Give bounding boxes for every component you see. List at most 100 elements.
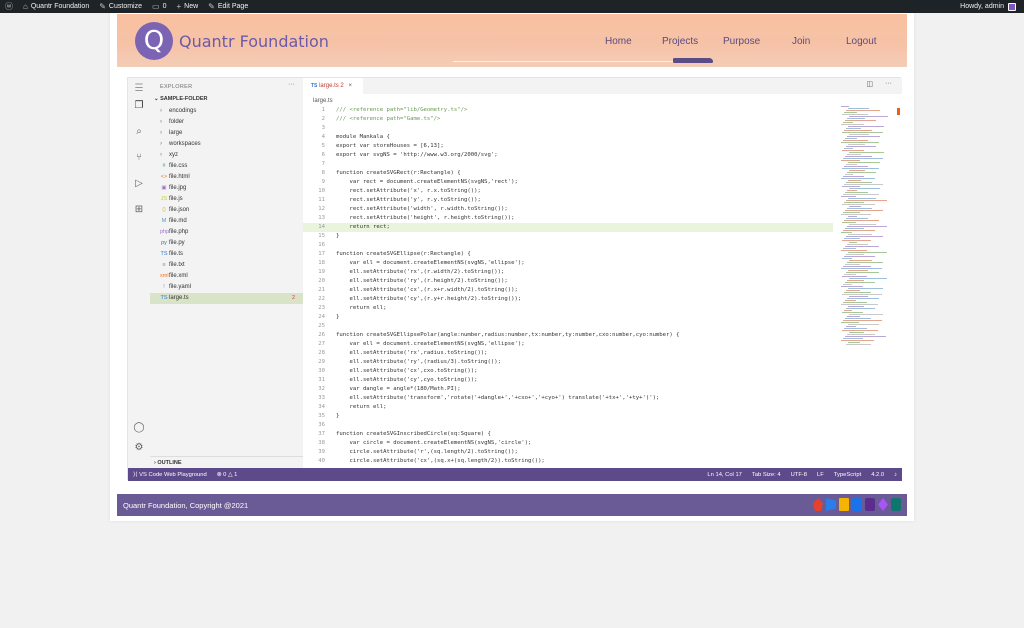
wp-comments-link[interactable]: ▭ 0 [147, 0, 171, 13]
app-icon[interactable] [891, 498, 901, 511]
scrollbar-marker[interactable] [897, 108, 900, 115]
code-line[interactable]: 11 rect.setAttribute('y', r.y.toString()… [303, 196, 833, 205]
tree-folder[interactable]: › encodings [150, 106, 303, 117]
tree-file[interactable]: php file.php [150, 227, 303, 238]
gitlab-icon[interactable] [813, 498, 823, 511]
code-line[interactable]: 16 [303, 241, 833, 250]
outline-section[interactable]: › OUTLINE [154, 460, 182, 466]
tree-file[interactable]: JS file.js [150, 194, 303, 205]
code-line[interactable]: 34 return ell; [303, 403, 833, 412]
bell-icon[interactable]: ♪ [889, 472, 902, 478]
tree-file[interactable]: {} file.json [150, 205, 303, 216]
tree-file[interactable]: <> file.html [150, 172, 303, 183]
gear-icon[interactable]: ⚙ [133, 442, 145, 454]
tab-large-ts[interactable]: TS large.ts 2 × [303, 78, 363, 94]
code-line[interactable]: 9 var rect = document.createElementNS(sv… [303, 178, 833, 187]
wp-new-link[interactable]: + New [171, 0, 203, 13]
code-line[interactable]: 8 function createSVGRect(r:Rectangle) { [303, 169, 833, 178]
logo-icon[interactable]: Q [135, 22, 173, 60]
remote-indicator[interactable]: ⟩⟨ VS Code Web Playground [128, 472, 212, 478]
code-line[interactable]: 17 function createSVGEllipse(r:Rectangle)… [303, 250, 833, 259]
tree-file[interactable]: TS file.ts [150, 249, 303, 260]
code-line[interactable]: 36 [303, 421, 833, 430]
wp-customize-link[interactable]: ✎ Customize [94, 0, 147, 13]
cursor-position[interactable]: Ln 14, Col 17 [702, 472, 746, 478]
code-line[interactable]: 31 ell.setAttribute('cy',cyo.toString())… [303, 376, 833, 385]
code-line[interactable]: 38 var circle = document.createElementNS… [303, 439, 833, 448]
tab-size[interactable]: Tab Size: 4 [747, 472, 786, 478]
close-icon[interactable]: × [348, 83, 352, 89]
explorer-more-button[interactable]: ··· [288, 81, 295, 88]
code-line[interactable]: 37 function createSVGInscribedCircle(sq:S… [303, 430, 833, 439]
code-line[interactable]: 30 ell.setAttribute('cx',cxo.toString())… [303, 367, 833, 376]
tree-file[interactable]: ▣ file.jpg [150, 183, 303, 194]
code-line[interactable]: 24} [303, 313, 833, 322]
code-line[interactable]: 6 export var svgNS = 'http://www.w3.org/2… [303, 151, 833, 160]
split-editor-icon[interactable]: ◫ [866, 80, 873, 88]
source-control-icon[interactable]: ⑂ [133, 152, 145, 164]
menu-icon[interactable]: ☰ [133, 83, 145, 95]
code-line[interactable]: 29 ell.setAttribute('ry',(radius/3).toSt… [303, 358, 833, 367]
nav-join[interactable]: Join [792, 36, 810, 47]
code-line[interactable]: 3 [303, 124, 833, 133]
code-line[interactable]: 13 rect.setAttribute('height', r.height.… [303, 214, 833, 223]
tree-file[interactable]: py file.py [150, 238, 303, 249]
code-line[interactable]: 7 [303, 160, 833, 169]
nav-logout[interactable]: Logout [846, 36, 877, 47]
nav-home[interactable]: Home [605, 36, 632, 47]
problems-indicator[interactable]: ⊗ 0 △ 1 [212, 472, 243, 478]
breadcrumb[interactable]: large.ts [313, 98, 333, 104]
run-debug-icon[interactable]: ▷ [133, 178, 145, 190]
code-line[interactable]: 21 ell.setAttribute('cx',(r.x+r.width/2)… [303, 286, 833, 295]
tree-file[interactable]: xml file.xml [150, 271, 303, 282]
code-line[interactable]: 39 circle.setAttribute('r',(sq.length/2)… [303, 448, 833, 457]
analytics-icon[interactable] [839, 498, 849, 511]
teams-icon[interactable] [865, 498, 875, 511]
nav-projects[interactable]: Projects [662, 36, 698, 47]
code-line[interactable]: 28 ell.setAttribute('rx',radius.toString… [303, 349, 833, 358]
tree-file[interactable]: ! file.yaml [150, 282, 303, 293]
wp-edit-page-link[interactable]: ✎ Edit Page [203, 0, 253, 13]
code-line[interactable]: 12 rect.setAttribute('width', r.width.to… [303, 205, 833, 214]
tree-folder[interactable]: › xyz [150, 150, 303, 161]
more-actions-icon[interactable]: ··· [885, 80, 892, 88]
account-icon[interactable]: ◯ [133, 422, 145, 434]
code-line[interactable]: 26 function createSVGEllipsePolar(angle:n… [303, 331, 833, 340]
code-line[interactable]: 23 return ell; [303, 304, 833, 313]
code-line[interactable]: 20 ell.setAttribute('ry',(r.height/2).to… [303, 277, 833, 286]
search-icon[interactable]: ⌕ [133, 126, 145, 138]
language-mode[interactable]: TypeScript [829, 472, 866, 478]
code-line[interactable]: 5 export var storeHouses = [6,13]; [303, 142, 833, 151]
code-line[interactable]: 33 ell.setAttribute('transform','rotate(… [303, 394, 833, 403]
end-of-line[interactable]: LF [812, 472, 829, 478]
jira-icon[interactable] [852, 498, 862, 511]
code-line[interactable]: 25 [303, 322, 833, 331]
code-line[interactable]: 27 var ell = document.createElementNS(sv… [303, 340, 833, 349]
tree-file[interactable]: TS large.ts 2 [150, 293, 303, 304]
tree-file[interactable]: # file.css [150, 161, 303, 172]
code-line[interactable]: 35} [303, 412, 833, 421]
code-line[interactable]: 2 /// <reference path="Game.ts"/> [303, 115, 833, 124]
nav-purpose[interactable]: Purpose [723, 36, 760, 47]
code-line[interactable]: 40 circle.setAttribute('cx',(sq.x+(sq.le… [303, 457, 833, 466]
tree-file[interactable]: Mfile.md [150, 216, 303, 227]
code-line[interactable]: 32 var dangle = angle*(180/Math.PI); [303, 385, 833, 394]
kotlin-icon[interactable] [878, 498, 888, 511]
code-editor[interactable]: 1 /// <reference path="lib/Geometry.ts"/>… [303, 106, 833, 466]
code-line[interactable]: 18 var ell = document.createElementNS(sv… [303, 259, 833, 268]
site-title[interactable]: Quantr Foundation [179, 32, 329, 51]
tree-folder[interactable]: › folder [150, 117, 303, 128]
ts-version[interactable]: 4.2.0 [866, 472, 889, 478]
workspace-folder[interactable]: ⌄ SAMPLE-FOLDER [154, 96, 208, 102]
code-line[interactable]: 10 rect.setAttribute('x', r.x.toString()… [303, 187, 833, 196]
code-line[interactable]: 1 /// <reference path="lib/Geometry.ts"/> [303, 106, 833, 115]
code-line[interactable]: 15} [303, 232, 833, 241]
code-line[interactable]: 4 module Mankala { [303, 133, 833, 142]
extensions-icon[interactable]: ⊞ [133, 204, 145, 216]
encoding[interactable]: UTF-8 [786, 472, 812, 478]
code-line[interactable]: 22 ell.setAttribute('cy',(r.y+r.height/2… [303, 295, 833, 304]
wp-account-menu[interactable]: Howdy, admin [960, 2, 1024, 11]
code-line[interactable]: 14 return rect; [303, 223, 833, 232]
minimap[interactable] [841, 106, 895, 346]
tree-folder[interactable]: › large [150, 128, 303, 139]
